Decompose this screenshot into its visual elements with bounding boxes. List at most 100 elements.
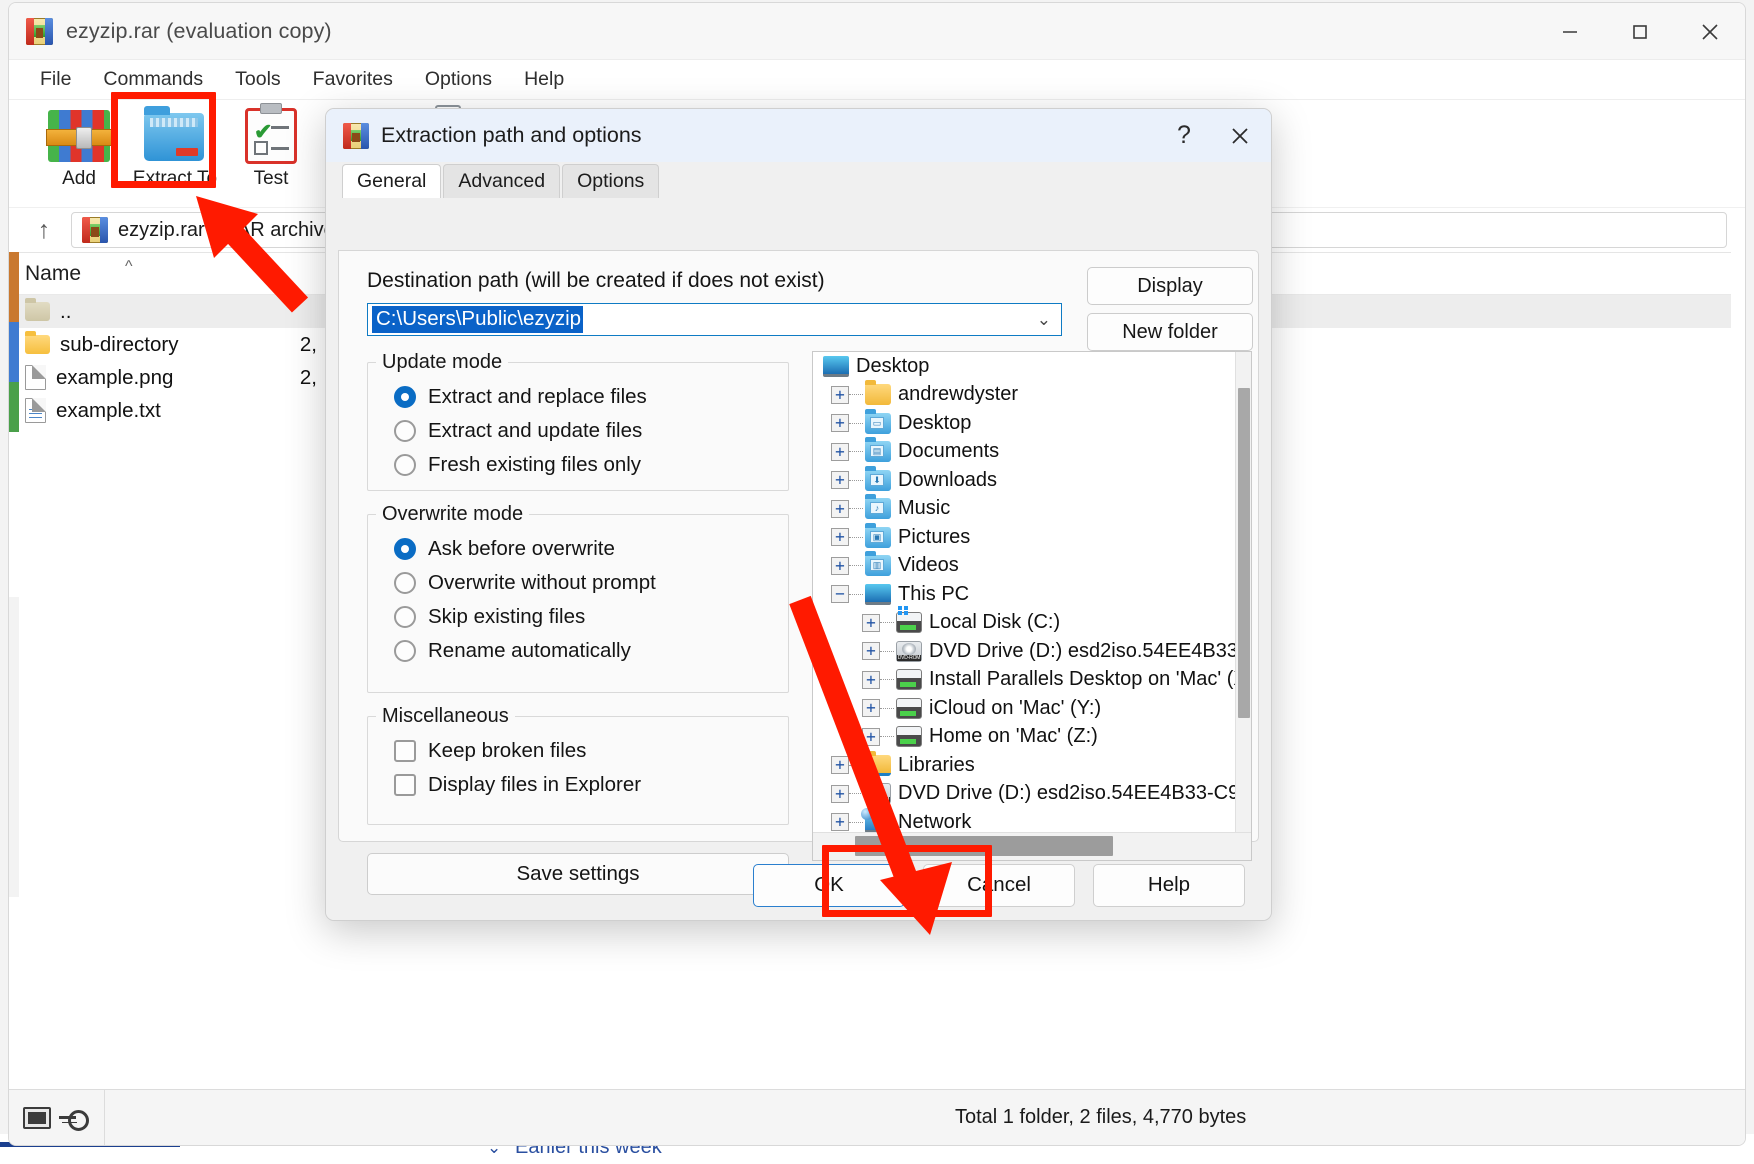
expand-icon[interactable]: +	[831, 443, 849, 461]
tree-item-andrewdyster[interactable]: + andrewdyster	[813, 381, 1235, 410]
collapse-icon[interactable]: −	[831, 585, 849, 603]
tree-item-libraries[interactable]: + Libraries	[813, 751, 1235, 780]
tree-item-label: Desktop	[898, 412, 971, 435]
rail-chunk	[9, 597, 19, 897]
expand-icon[interactable]: +	[862, 699, 880, 717]
window-controls	[1535, 3, 1745, 60]
folder-tree: Desktop + andrewdyster +	[812, 351, 1252, 861]
folder-up-icon	[25, 302, 50, 321]
toolbar-button-test[interactable]: ✔ Test	[223, 100, 319, 190]
desktop-monitor-icon	[823, 356, 849, 377]
radio-overwrite-without-prompt[interactable]: Overwrite without prompt	[368, 566, 788, 600]
expand-icon[interactable]: +	[831, 500, 849, 518]
tree-item-network[interactable]: + Network	[813, 808, 1235, 832]
checkbox-icon	[394, 740, 416, 762]
toolbar-button-extract-to[interactable]: Extract To	[127, 100, 223, 190]
column-header-name[interactable]: Name ^	[9, 262, 257, 286]
radio-extract-and-replace[interactable]: Extract and replace files	[368, 380, 788, 414]
tab-general[interactable]: General	[342, 164, 441, 198]
downloads-folder-icon: ⬇	[865, 470, 891, 491]
tree-item-pictures[interactable]: + ▣ Pictures	[813, 523, 1235, 552]
checkbox-icon	[394, 774, 416, 796]
expand-icon[interactable]: +	[831, 756, 849, 774]
toolbar-button-add[interactable]: Add	[31, 100, 127, 190]
radio-extract-and-update[interactable]: Extract and update files	[368, 414, 788, 448]
menu-item-favorites[interactable]: Favorites	[298, 64, 408, 95]
tree-vertical-scroll-thumb[interactable]	[1238, 388, 1250, 718]
radio-ask-before-overwrite[interactable]: Ask before overwrite	[368, 532, 788, 566]
tree-item-icloud-y[interactable]: + iCloud on 'Mac' (Y:)	[813, 694, 1235, 723]
folder-icon	[25, 335, 50, 354]
statusbar: Total 1 folder, 2 files, 4,770 bytes	[9, 1089, 1745, 1145]
tree-item-this-pc[interactable]: − This PC	[813, 580, 1235, 609]
dvd-drive-icon	[896, 641, 922, 662]
dialog-body: General Advanced Options Destination pat…	[326, 162, 1271, 920]
expand-icon[interactable]: +	[831, 785, 849, 803]
tab-options[interactable]: Options	[562, 164, 659, 198]
expand-icon[interactable]: +	[862, 728, 880, 746]
overwrite-mode-legend: Overwrite mode	[376, 503, 529, 526]
help-question-icon[interactable]: ?	[1157, 109, 1211, 162]
tree-item-downloads[interactable]: + ⬇ Downloads	[813, 466, 1235, 495]
checkbox-keep-broken-files[interactable]: Keep broken files	[368, 734, 788, 768]
tree-vertical-scrollbar[interactable]	[1235, 352, 1251, 832]
radio-icon	[394, 420, 416, 442]
rail-chunk	[9, 322, 19, 382]
expand-icon[interactable]: +	[862, 671, 880, 689]
tree-item-install-parallels-x[interactable]: + Install Parallels Desktop on 'Mac' (X:…	[813, 666, 1235, 695]
radio-rename-automatically[interactable]: Rename automatically	[368, 634, 788, 668]
windows-drive-icon	[896, 612, 922, 633]
pictures-folder-icon: ▣	[865, 527, 891, 548]
tree-item-dvd-drive-d[interactable]: + DVD Drive (D:) esd2iso.54EE4B33-C9	[813, 637, 1235, 666]
menu-item-file[interactable]: File	[25, 64, 86, 95]
tree-item-videos[interactable]: + ▥ Videos	[813, 552, 1235, 581]
statusbar-divider	[104, 1090, 105, 1146]
file-name: example.png	[56, 366, 173, 390]
tree-item-dvd-drive-d-root[interactable]: + DVD Drive (D:) esd2iso.54EE4B33-C9FB-	[813, 780, 1235, 809]
menu-item-help[interactable]: Help	[509, 64, 579, 95]
this-pc-icon	[865, 584, 891, 605]
menu-item-tools[interactable]: Tools	[220, 64, 296, 95]
display-button[interactable]: Display	[1087, 267, 1253, 305]
cancel-button[interactable]: Cancel	[923, 864, 1075, 907]
tab-advanced[interactable]: Advanced	[443, 164, 560, 198]
help-button[interactable]: Help	[1093, 864, 1245, 907]
tree-item-desktop[interactable]: + ▭ Desktop	[813, 409, 1235, 438]
destination-path-input[interactable]: C:\Users\Public\ezyzip ⌄	[367, 303, 1062, 336]
expand-icon[interactable]: +	[831, 528, 849, 546]
rail-chunk	[9, 437, 19, 597]
network-icon	[865, 812, 891, 832]
menu-item-commands[interactable]: Commands	[88, 64, 218, 95]
new-folder-button[interactable]: New folder	[1087, 313, 1253, 351]
close-icon[interactable]	[1213, 109, 1267, 162]
close-icon[interactable]	[1675, 3, 1745, 60]
tree-item-label: iCloud on 'Mac' (Y:)	[929, 697, 1101, 720]
menu-item-options[interactable]: Options	[410, 64, 507, 95]
expand-icon[interactable]: +	[831, 414, 849, 432]
tree-item-home-z[interactable]: + Home on 'Mac' (Z:)	[813, 723, 1235, 752]
expand-icon[interactable]: +	[831, 386, 849, 404]
expand-icon[interactable]: +	[862, 614, 880, 632]
up-arrow-icon[interactable]: ↑	[27, 213, 61, 247]
radio-fresh-existing-only[interactable]: Fresh existing files only	[368, 448, 788, 482]
tree-item-desktop-root[interactable]: Desktop	[813, 352, 1235, 381]
statusbar-total-text: Total 1 folder, 2 files, 4,770 bytes	[955, 1106, 1246, 1129]
ok-button[interactable]: OK	[753, 864, 905, 907]
radio-icon	[394, 640, 416, 662]
minimize-icon[interactable]	[1535, 3, 1605, 60]
network-drive-icon	[896, 669, 922, 690]
radio-skip-existing-files[interactable]: Skip existing files	[368, 600, 788, 634]
tree-item-music[interactable]: + ♪ Music	[813, 495, 1235, 524]
maximize-icon[interactable]	[1605, 3, 1675, 60]
expand-icon[interactable]: +	[831, 471, 849, 489]
tree-item-local-disk-c[interactable]: + Local Disk (C:)	[813, 609, 1235, 638]
menubar: File Commands Tools Favorites Options He…	[9, 60, 1745, 100]
tree-item-documents[interactable]: + ▤ Documents	[813, 438, 1235, 467]
expand-icon[interactable]: +	[831, 557, 849, 575]
checkbox-display-files-in-explorer[interactable]: Display files in Explorer	[368, 768, 788, 802]
expand-icon[interactable]: +	[831, 813, 849, 831]
folder-tree-items: Desktop + andrewdyster +	[813, 352, 1235, 832]
expand-icon[interactable]: +	[862, 642, 880, 660]
chevron-down-icon[interactable]: ⌄	[1037, 310, 1051, 330]
tree-item-label: Pictures	[898, 526, 970, 549]
